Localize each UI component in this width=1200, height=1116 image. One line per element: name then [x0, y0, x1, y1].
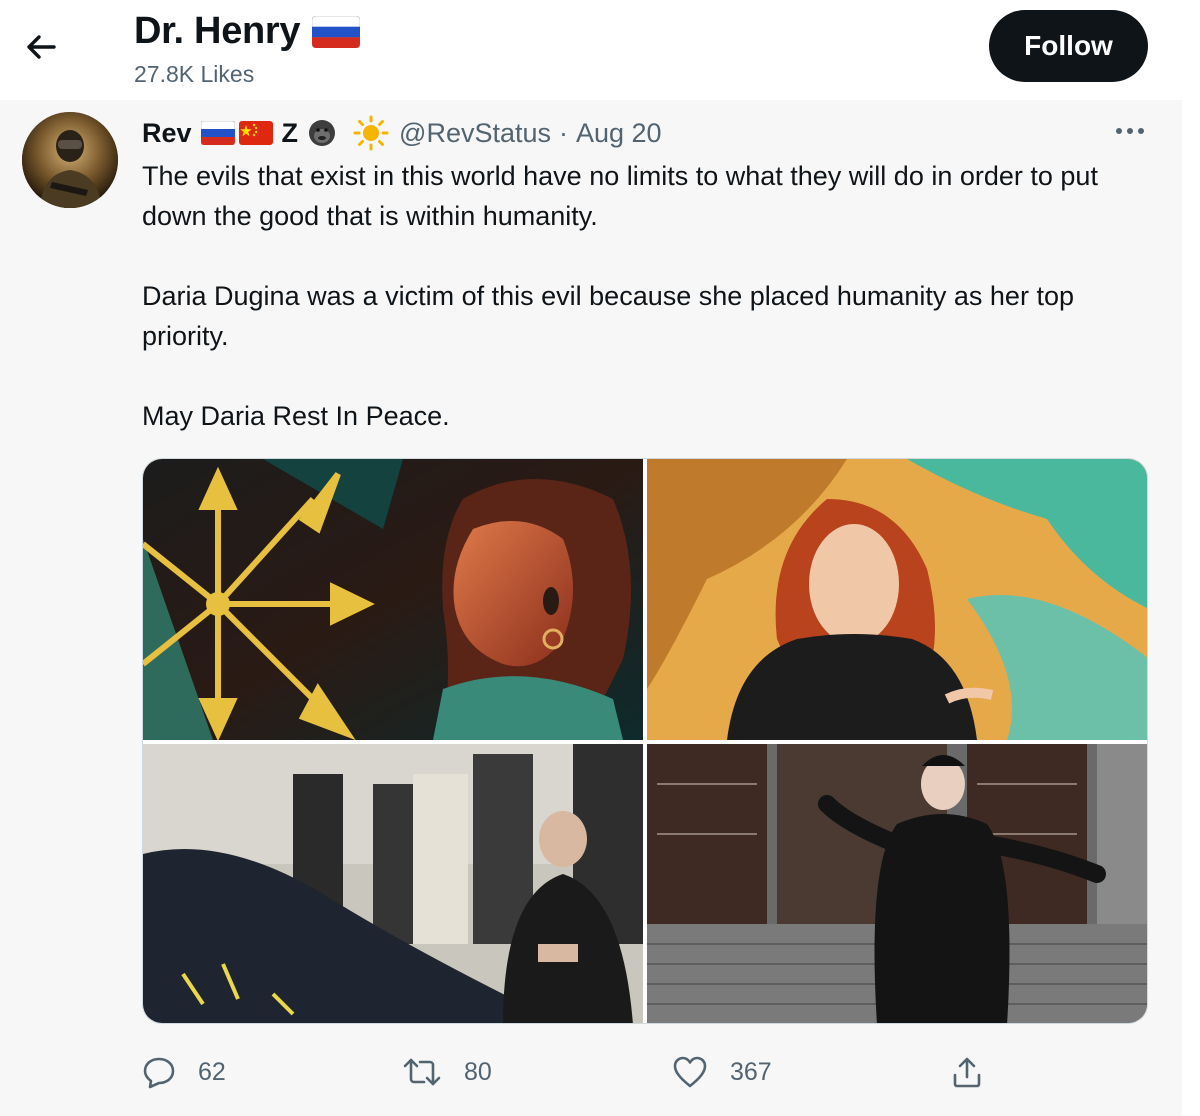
page-edge — [1182, 100, 1200, 1116]
russia-flag-icon — [200, 121, 235, 145]
painted-portrait-image — [647, 459, 1147, 740]
like-count: 367 — [730, 1057, 772, 1086]
china-flag-icon — [238, 121, 273, 145]
follow-button[interactable]: Follow — [989, 10, 1148, 82]
tweet-actions: 62 80 367 — [142, 1050, 1152, 1094]
share-button[interactable] — [950, 1050, 984, 1094]
author-handle[interactable]: @RevStatus — [399, 118, 551, 149]
gorilla-emoji-icon — [309, 120, 336, 146]
avatar-image — [22, 112, 118, 208]
likes-count: 27.8K Likes — [134, 61, 255, 87]
more-button[interactable] — [1110, 114, 1150, 148]
reply-count: 62 — [198, 1057, 226, 1086]
speech-bubble-icon — [143, 1057, 175, 1089]
heart-icon — [673, 1056, 707, 1088]
tweet: Rev Z @RevStatus · Aug 20 The evils that… — [0, 100, 1182, 1116]
share-upload-icon — [953, 1057, 981, 1088]
profile-header: Dr. Henry 27.8K Likes Follow — [0, 0, 1200, 100]
flag-scene-image — [143, 744, 643, 1023]
chaos-star-portrait-image — [143, 459, 643, 740]
more-dots-icon — [1116, 128, 1144, 134]
tweet-paragraph: May Daria Rest In Peace. — [142, 401, 450, 431]
profile-title: Dr. Henry — [134, 10, 361, 53]
avatar[interactable] — [22, 112, 118, 208]
retweet-arrows-icon — [403, 1058, 441, 1086]
sun-emoji-icon — [353, 115, 389, 151]
media-grid — [142, 458, 1148, 1024]
tweet-paragraph: The evils that exist in this world have … — [142, 161, 1098, 231]
reply-button[interactable]: 62 — [142, 1050, 226, 1094]
tweet-paragraph: Daria Dugina was a victim of this evil b… — [142, 281, 1074, 351]
retweet-count: 80 — [464, 1057, 492, 1086]
profile-name: Dr. Henry — [134, 10, 301, 52]
like-button[interactable]: 367 — [672, 1050, 772, 1094]
tweet-date[interactable]: Aug 20 — [576, 118, 662, 149]
media-image-3[interactable] — [143, 744, 643, 1023]
tweet-header: Rev Z @RevStatus · Aug 20 — [142, 115, 662, 151]
author-name[interactable]: Rev — [142, 118, 192, 149]
media-image-4[interactable] — [647, 744, 1147, 1023]
tweet-text: The evils that exist in this world have … — [142, 156, 1152, 436]
media-image-2[interactable] — [647, 459, 1147, 740]
media-image-1[interactable] — [143, 459, 643, 740]
russia-flag-icon — [312, 15, 361, 48]
back-button[interactable] — [18, 24, 64, 70]
z-badge: Z — [281, 117, 299, 148]
header-separator: · — [559, 117, 568, 148]
arrow-left-icon — [27, 35, 56, 59]
retweet-button[interactable]: 80 — [402, 1050, 492, 1094]
stairs-portrait-image — [647, 744, 1147, 1023]
